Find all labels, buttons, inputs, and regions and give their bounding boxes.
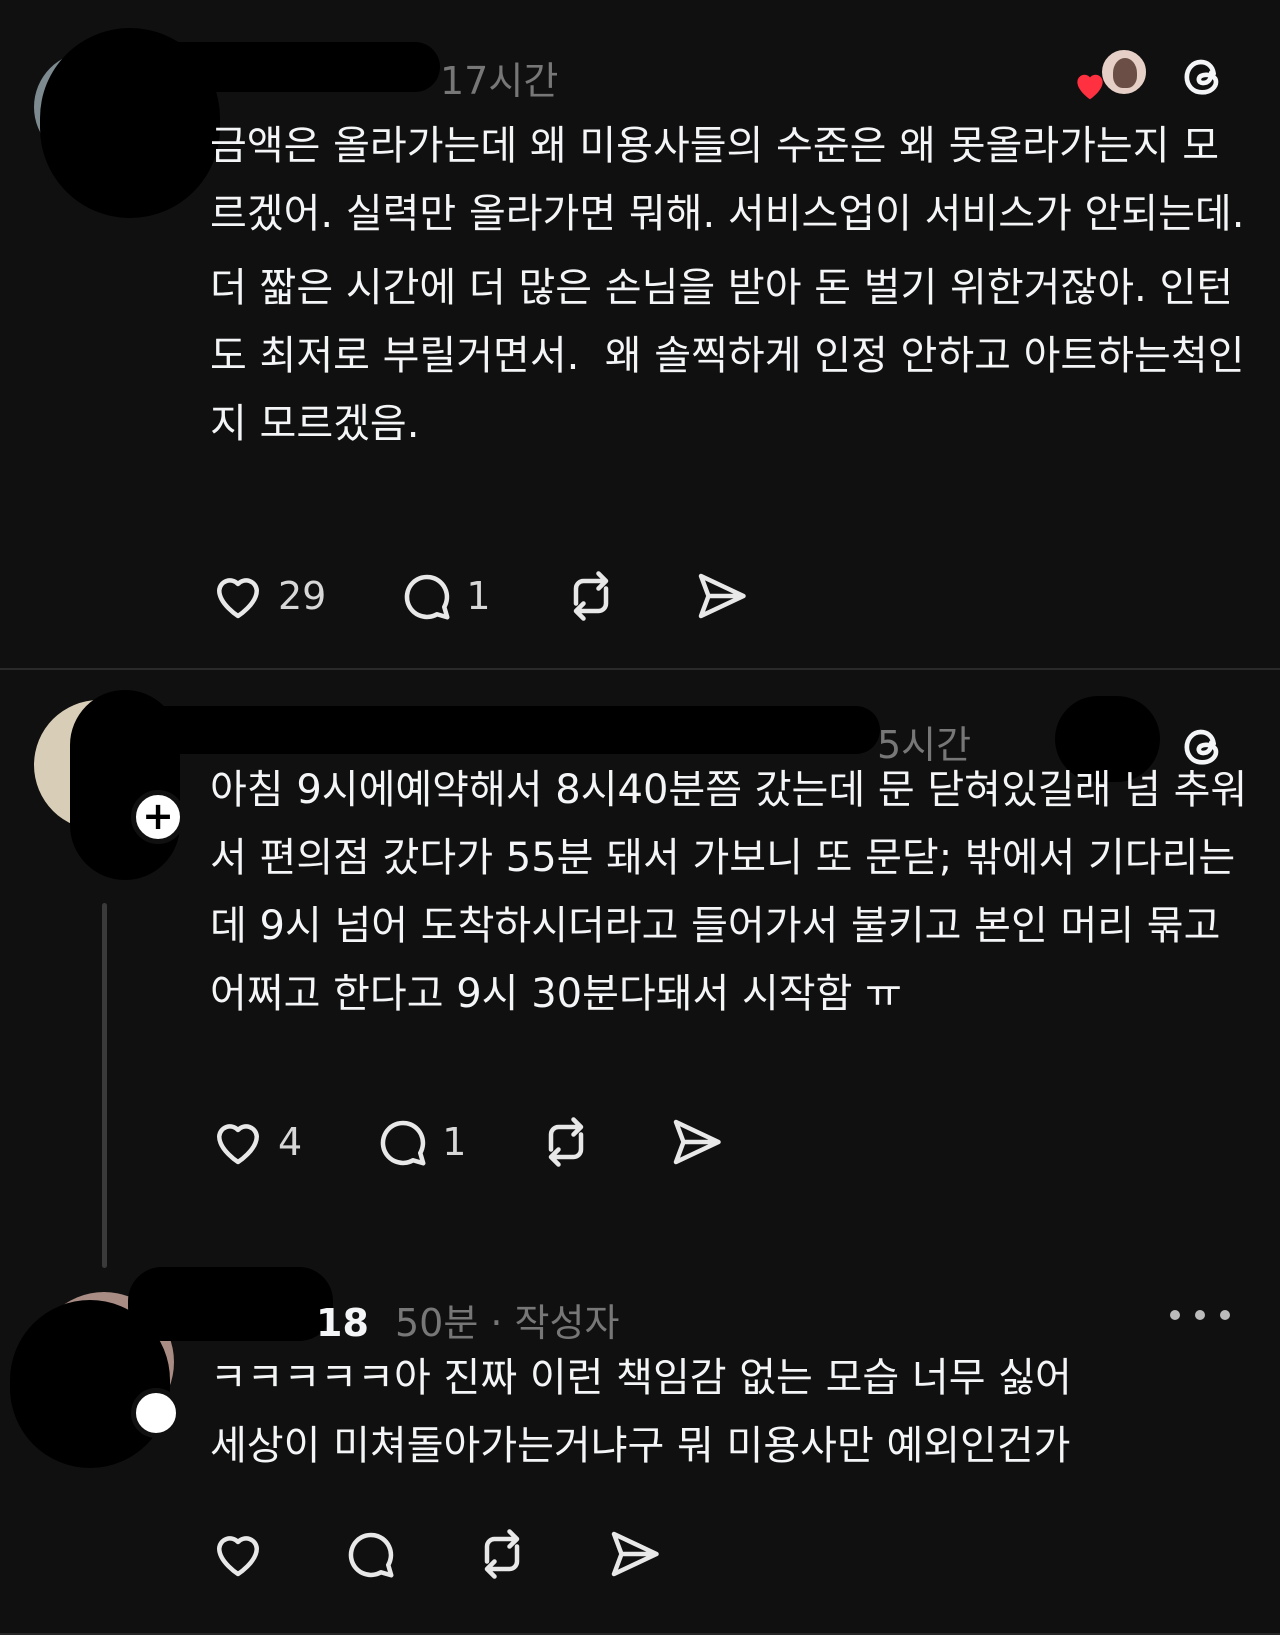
send-icon: [611, 1531, 659, 1577]
redacted-author-name: [95, 42, 440, 92]
redacted-author-name: [128, 1267, 333, 1341]
post-body: 아침 9시에예약해서 8시40분쯤 갔는데 문 닫혀있길래 넘 추워서 편의점 …: [210, 756, 1250, 1028]
author-badge: · 작성자: [478, 1301, 620, 1345]
like-button[interactable]: 4: [208, 1112, 302, 1172]
post-1: 17시간 금액은 올라가는데 왜 미용사들의 수준은 왜 못올라가는지 모르겠어…: [0, 0, 1280, 668]
share-button[interactable]: [691, 566, 751, 626]
heart-icon: [217, 1124, 259, 1165]
like-count: 4: [278, 1120, 303, 1164]
repost-icon: [549, 1117, 584, 1167]
more-options-button[interactable]: [1170, 1300, 1230, 1330]
share-button[interactable]: [666, 1112, 726, 1172]
repost-icon: [573, 571, 608, 621]
threads-logo-icon[interactable]: [1174, 48, 1230, 104]
reply-button[interactable]: 1: [396, 566, 491, 626]
reply-count: 1: [442, 1120, 467, 1164]
heart-icon: [217, 578, 259, 619]
more-dot-icon: [1170, 1310, 1180, 1320]
post-paragraph: 금액은 올라가는데 왜 미용사들의 수준은 왜 못올라가는지 모르겠어. 실력만…: [210, 123, 1245, 237]
send-icon: [698, 573, 746, 619]
post-paragraph: 더 짧은 시간에 더 많은 손님을 받아 돈 벌기 위한거잖아. 인턴도 최저로…: [210, 265, 1245, 447]
reply-meta: 18 50분 · 작성자: [316, 1292, 619, 1347]
post-paragraph: ㅋㅋㅋㅋㅋ아 진짜 이런 책임감 없는 모습 너무 싫어: [210, 1355, 1072, 1401]
post-3-reply: 18 50분 · 작성자 ㅋㅋㅋㅋㅋ아 진짜 이런 책임감 없는 모습 너무 싫…: [0, 1240, 1280, 1635]
redacted-author-name: [140, 706, 880, 754]
post-body: 금액은 올라가는데 왜 미용사들의 수준은 왜 못올라가는지 모르겠어. 실력만…: [210, 112, 1250, 458]
action-bar: 4 1: [208, 1110, 796, 1174]
comment-bubble-icon: [405, 574, 450, 620]
comment-bubble-icon: [348, 1532, 394, 1578]
reply-button[interactable]: 1: [372, 1112, 466, 1172]
thread-connector-line: [102, 903, 107, 1268]
action-bar: [208, 1522, 734, 1586]
send-icon: [674, 1119, 722, 1165]
like-button[interactable]: [208, 1524, 268, 1584]
reply-timestamp: 50분: [394, 1301, 479, 1345]
reply-count: 1: [466, 574, 491, 618]
more-dot-icon: [1195, 1310, 1205, 1320]
follow-plus-button[interactable]: +: [131, 790, 185, 844]
like-count: 29: [278, 574, 327, 618]
reply-button[interactable]: [340, 1524, 400, 1584]
post-2: 5시간 + 아침 9시에예약해서 8시40분쯤 갔는데 문 닫혀있길래 넘 추워…: [0, 670, 1280, 1270]
comment-bubble-icon: [380, 1120, 426, 1166]
like-button[interactable]: 29: [208, 566, 326, 626]
post-body: ㅋㅋㅋㅋㅋ아 진짜 이런 책임감 없는 모습 너무 싫어 세상이 미쳐돌아가는거…: [210, 1344, 1250, 1480]
more-dot-icon: [1220, 1310, 1230, 1320]
author-name[interactable]: 18: [316, 1301, 369, 1345]
post-paragraph: 아침 9시에예약해서 8시40분쯤 갔는데 문 닫혀있길래 넘 추워서 편의점 …: [210, 767, 1248, 1017]
share-button[interactable]: [604, 1524, 664, 1584]
post-paragraph: 세상이 미쳐돌아가는거냐구 뭐 미용사만 예외인건가: [210, 1423, 1071, 1469]
heart-badge-icon: [1077, 74, 1103, 100]
follow-plus-button[interactable]: [131, 1388, 181, 1438]
action-bar: 29 1: [208, 564, 821, 628]
post-timestamp: 17시간: [440, 59, 559, 103]
repost-button[interactable]: [472, 1524, 532, 1584]
repost-icon: [484, 1529, 520, 1579]
heart-icon: [217, 1536, 259, 1577]
repost-button[interactable]: [561, 566, 621, 626]
repost-button[interactable]: [536, 1112, 596, 1172]
